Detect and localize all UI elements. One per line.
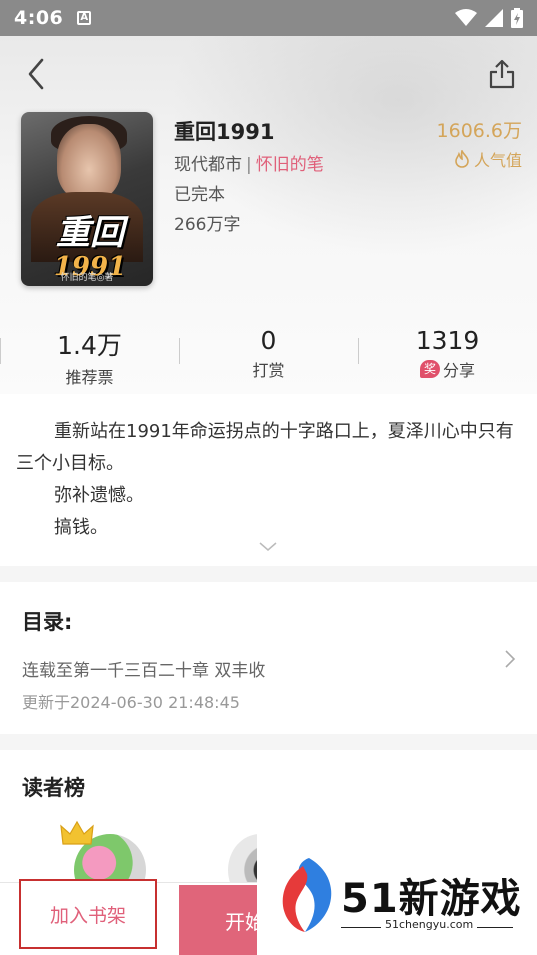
status-time: 4:06 xyxy=(14,7,64,29)
table-of-contents[interactable]: 目录: 连载至第一千三百二十章 双丰收 更新于2024-06-30 21:48:… xyxy=(0,582,537,734)
back-arrow-icon[interactable] xyxy=(22,56,52,92)
status-icons xyxy=(455,8,523,28)
popularity-label: 人气值 xyxy=(473,151,522,170)
book-author[interactable]: 怀旧的笔 xyxy=(256,155,324,175)
cover-title-top: 重回 xyxy=(56,213,124,253)
stat-value: 0 xyxy=(260,326,277,355)
watermark-text: 51新游戏 xyxy=(341,876,522,922)
share-icon[interactable] xyxy=(486,58,518,90)
watermark: 51新游戏 51chengyu.com xyxy=(257,830,537,955)
add-to-shelf-button[interactable]: 加入书架 xyxy=(19,879,157,949)
book-status: 已完本 xyxy=(174,185,225,205)
book-cover[interactable]: 重回 1991 怀旧的笔◎著 xyxy=(21,112,153,286)
watermark-url: 51chengyu.com xyxy=(381,918,478,931)
chevron-right-icon[interactable] xyxy=(503,648,517,670)
readers-title: 读者榜 xyxy=(22,776,85,800)
stat-recommend[interactable]: 1.4万 推荐票 xyxy=(0,326,179,387)
book-stats: 1.4万 推荐票 0 打赏 1319 奖 分享 xyxy=(0,326,537,387)
stat-label: 推荐票 xyxy=(0,364,179,388)
toc-latest-chapter: 连载至第一千三百二十章 双丰收 xyxy=(22,661,266,681)
book-word-count: 266万字 xyxy=(174,215,241,235)
intro-paragraph: 弥补遗憾。 xyxy=(54,485,144,506)
popularity: 1606.6万 人气值 xyxy=(437,116,522,171)
stat-label-text: 分享 xyxy=(443,361,476,380)
watermark-logo-icon xyxy=(282,858,332,932)
flame-icon xyxy=(455,150,469,168)
expand-chevron-icon[interactable] xyxy=(259,542,277,552)
crown-icon xyxy=(60,820,94,845)
reward-badge: 奖 xyxy=(419,360,440,378)
book-meta: 现代都市 | 怀旧的笔 xyxy=(174,150,324,175)
stat-label-text: 打赏 xyxy=(252,361,285,380)
stat-reward[interactable]: 0 打赏 xyxy=(179,326,358,382)
popularity-label-row: 人气值 xyxy=(437,147,522,171)
notification-icon: A xyxy=(77,11,92,25)
battery-icon xyxy=(511,8,523,28)
wifi-icon xyxy=(455,9,477,26)
stat-value: 1319 xyxy=(415,326,480,355)
stat-value: 1.4万 xyxy=(57,331,122,360)
intro-paragraph: 搞钱。 xyxy=(54,517,108,538)
toc-updated-time: 更新于2024-06-30 21:48:45 xyxy=(22,693,240,712)
meta-separator: | xyxy=(246,155,252,175)
signal-icon xyxy=(485,9,503,27)
cover-face xyxy=(57,124,121,200)
book-title: 重回1991 xyxy=(174,120,275,144)
stat-share[interactable]: 1319 奖 分享 xyxy=(358,326,537,382)
intro-paragraph: 重新站在1991年命运拐点的十字路口上，夏泽川心中只有三个小目标。 xyxy=(16,421,514,474)
status-bar: 4:06 A xyxy=(0,0,537,36)
book-category[interactable]: 现代都市 xyxy=(174,155,242,175)
stat-label: 打赏 xyxy=(179,357,358,381)
cover-author: 怀旧的笔◎著 xyxy=(60,273,114,283)
stat-label-text: 推荐票 xyxy=(65,368,114,387)
book-intro[interactable]: 重新站在1991年命运拐点的十字路口上，夏泽川心中只有三个小目标。 弥补遗憾。 … xyxy=(0,394,537,566)
stat-label: 奖 分享 xyxy=(358,357,537,381)
popularity-value: 1606.6万 xyxy=(436,120,522,142)
toc-title: 目录: xyxy=(22,610,73,634)
